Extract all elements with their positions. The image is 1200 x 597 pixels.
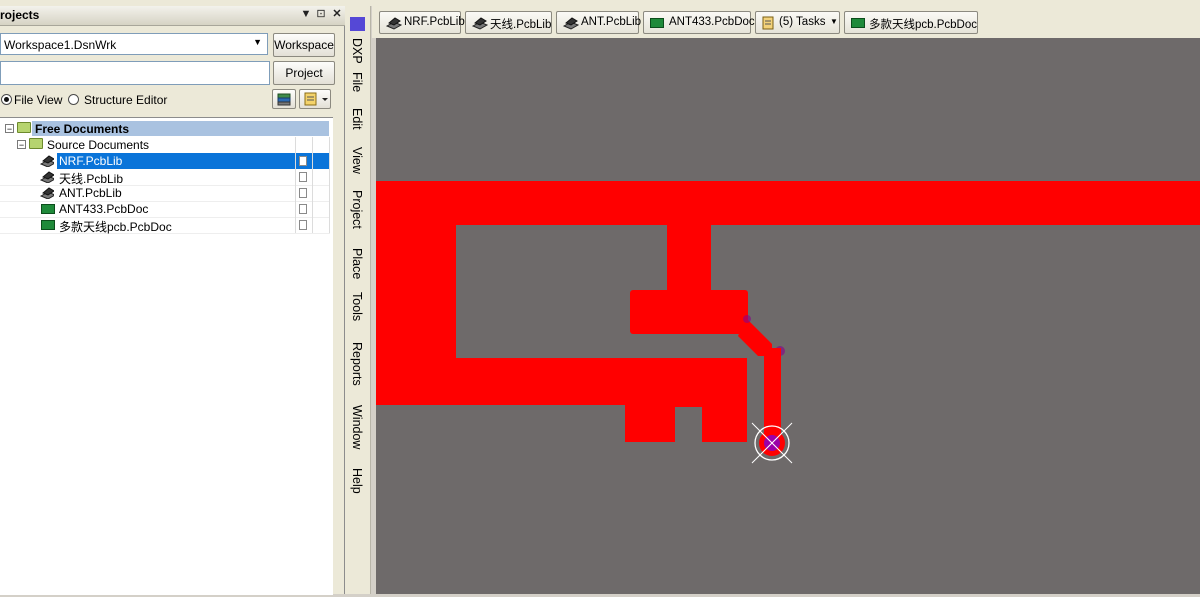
workspace-combo-value: Workspace1.DsnWrk	[4, 38, 117, 52]
column-divider	[329, 137, 330, 233]
tree-item[interactable]: ANT433.PcbDoc	[0, 201, 330, 218]
chevron-down-icon[interactable]: ▼	[253, 37, 262, 47]
copper-pad	[630, 290, 748, 334]
panel-menu-icon[interactable]: ▼	[299, 7, 313, 22]
menu-edit[interactable]: Edit	[350, 108, 364, 130]
structure-editor-label: Structure Editor	[84, 93, 168, 107]
pcb-drawing	[376, 181, 1200, 464]
copper-trace	[667, 225, 711, 295]
menu-place[interactable]: Place	[350, 248, 364, 279]
menu-tools[interactable]: Tools	[350, 292, 364, 321]
menu-project[interactable]: Project	[350, 190, 364, 229]
via-marker	[743, 315, 751, 323]
tab-duokuan-pcbdoc[interactable]: 多款天线pcb.PcbDoc	[844, 11, 978, 34]
pcblib-icon	[386, 17, 402, 30]
chevron-down-icon[interactable]: ▼	[830, 17, 838, 26]
structure-editor-radio[interactable]	[68, 94, 79, 105]
tab-nrf-pcblib[interactable]: NRF.PcbLib	[379, 11, 465, 34]
tree-item[interactable]: 天线.PcbLib	[0, 169, 330, 186]
pin-icon[interactable]: ⊡	[314, 7, 328, 22]
dxp-logo-icon	[350, 17, 365, 31]
project-button[interactable]: Project	[273, 61, 335, 85]
pcb-canvas[interactable]	[376, 38, 1200, 594]
file-view-radio[interactable]	[1, 94, 12, 105]
workspace-combo[interactable]: Workspace1.DsnWrk ▼	[0, 33, 268, 55]
collapse-icon[interactable]: −	[5, 124, 14, 134]
tree-root-label[interactable]: Free Documents	[35, 122, 129, 136]
tree-item-label: ANT.PcbLib	[59, 186, 122, 200]
tree-item[interactable]: NRF.PcbLib	[0, 153, 330, 169]
document-icon	[299, 172, 307, 182]
tree-group-label[interactable]: Source Documents	[47, 138, 149, 152]
tree-item-label: ANT433.PcbDoc	[59, 202, 149, 216]
menu-help[interactable]: Help	[350, 468, 364, 494]
panel-title: rojects	[0, 8, 40, 22]
copper-trace	[376, 181, 1200, 225]
project-tree: − Free Documents − Source Documents NRF.…	[0, 117, 333, 595]
tab-label: NRF.PcbLib	[404, 16, 465, 28]
folder-icon	[17, 122, 31, 133]
document-icon	[299, 204, 307, 214]
document-icon	[299, 188, 307, 198]
tab-label: 多款天线pcb.PcbDoc	[869, 19, 978, 31]
collapse-icon[interactable]: −	[17, 140, 26, 150]
workspace-button[interactable]: Workspace	[273, 33, 335, 57]
pcbdoc-icon	[851, 18, 865, 28]
copper-trace	[625, 398, 747, 407]
document-options-button[interactable]	[299, 89, 331, 109]
projects-panel-header: rojects ▼ ⊡ ✕	[0, 6, 345, 26]
tab-label: 天线.PcbLib	[490, 19, 552, 31]
pcblib-icon	[472, 17, 488, 30]
tasks-icon	[762, 16, 774, 30]
tab-label: ANT.PcbLib	[581, 16, 642, 28]
copper-trace	[376, 358, 747, 405]
pcbdoc-icon	[41, 220, 55, 230]
pcblib-icon	[40, 155, 54, 167]
pcblib-icon	[40, 171, 54, 183]
menu-view[interactable]: View	[350, 147, 364, 174]
tab-label: ANT433.PcbDoc	[669, 16, 755, 28]
pcblib-icon	[40, 187, 54, 199]
menu-window[interactable]: Window	[350, 405, 364, 449]
pcbdoc-icon	[650, 18, 664, 28]
menu-dxp[interactable]: DXP	[350, 38, 364, 64]
project-options-button[interactable]	[272, 89, 296, 109]
tree-item-label: NRF.PcbLib	[59, 154, 123, 168]
close-icon[interactable]: ✕	[330, 7, 344, 22]
column-divider	[312, 137, 313, 233]
menu-reports[interactable]: Reports	[350, 342, 364, 386]
pcblib-icon	[563, 17, 579, 30]
tree-item-label: 多款天线pcb.PcbDoc	[59, 220, 172, 234]
pcbdoc-icon	[41, 204, 55, 214]
tree-item[interactable]: 多款天线pcb.PcbDoc	[0, 217, 330, 234]
column-divider	[295, 137, 296, 233]
project-field[interactable]	[0, 61, 270, 85]
layers-icon	[277, 93, 291, 106]
tab-ant433-pcbdoc[interactable]: ANT433.PcbDoc	[643, 11, 755, 34]
tree-item[interactable]: ANT.PcbLib	[0, 185, 330, 202]
tab-ant-pcblib[interactable]: ANT.PcbLib	[556, 11, 642, 34]
document-icon	[299, 156, 307, 166]
document-edit-icon	[304, 92, 328, 106]
file-view-label: File View	[14, 93, 63, 107]
menu-file[interactable]: File	[350, 72, 364, 92]
folder-icon	[29, 138, 43, 149]
tab-tianxian-pcblib[interactable]: 天线.PcbLib	[465, 11, 552, 34]
tab-label: (5) Tasks	[779, 16, 826, 28]
copper-trace	[764, 348, 781, 443]
tasks-dropdown[interactable]: (5) Tasks ▼	[755, 11, 840, 34]
document-icon	[299, 220, 307, 230]
